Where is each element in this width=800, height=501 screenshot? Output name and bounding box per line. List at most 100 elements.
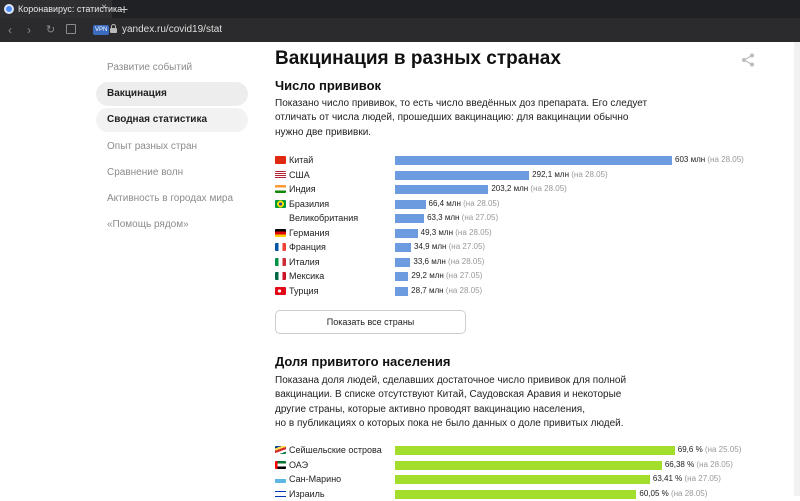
sidebar-item[interactable]: Опыт разных стран	[96, 135, 248, 159]
show-all-countries-button[interactable]: Показать все страны	[275, 310, 466, 334]
bar-value-label: 29,2 млн (на 27.05)	[411, 269, 482, 283]
browser-tab[interactable]: Коронавирус: статистика ×	[0, 0, 122, 18]
germany-flag-icon	[275, 228, 286, 237]
bar-value-label: 33,6 млн (на 28.05)	[413, 255, 484, 269]
bar-date: (на 28.05)	[463, 198, 500, 208]
description-line: отличать от числа людей, прошедших вакци…	[275, 112, 629, 124]
bar-value-label: 66,38 % (на 28.05)	[665, 458, 733, 472]
bar-date: (на 27.05)	[446, 271, 483, 280]
bar-value: 60,05 %	[639, 488, 671, 498]
sidebar-item[interactable]: «Помощь рядом»	[96, 213, 248, 237]
country-name: Германия	[289, 227, 330, 238]
bar-value-label: 292,1 млн (на 28.05)	[532, 168, 608, 182]
value-bar	[395, 489, 637, 499]
bar-date: (на 25.05)	[704, 445, 742, 454]
bar-value: 63,3 млн	[427, 213, 462, 222]
bar-row: США 292,1 млн (на 28.05)	[275, 168, 775, 182]
value-bar	[395, 286, 409, 296]
doses-section-title: Число прививок	[275, 78, 382, 93]
bar-value: 203,2 млн	[491, 184, 531, 193]
uk-flag-icon	[275, 214, 286, 222]
bar-date: (на 28.05)	[448, 256, 485, 266]
country-name: Мексика	[289, 271, 325, 281]
description-line: вакцинации. В списке отсутствуют Китай, …	[275, 389, 622, 401]
page-title: Вакцинация в разных странах	[275, 48, 561, 69]
back-arrow-icon[interactable]: ‹	[8, 22, 12, 38]
yandex-favicon-icon	[4, 4, 14, 14]
description-line: Показана доля людей, сделавших достаточн…	[275, 375, 627, 386]
bar-value-label: 60,05 % (на 28.05)	[639, 487, 707, 501]
bar-date: (на 28.05)	[530, 184, 567, 193]
lock-icon	[110, 24, 117, 34]
protect-icon[interactable]	[66, 24, 76, 34]
bar-value: 603 млн	[675, 155, 708, 164]
bar-row: ОАЭ 66,38 % (на 28.05)	[275, 458, 775, 472]
value-bar	[395, 170, 530, 180]
bar-value-label: 63,41 % (на 27.05)	[653, 472, 721, 486]
bar-value: 49,3 млн	[420, 227, 456, 237]
turkey-flag-icon	[275, 286, 286, 295]
bar-date: (на 28.05)	[696, 459, 733, 469]
sanmarino-flag-icon	[275, 475, 286, 483]
india-flag-icon	[275, 185, 286, 193]
value-bar	[395, 214, 425, 223]
bar-value: 66,4 млн	[428, 198, 464, 208]
value-bar	[395, 185, 489, 194]
browser-tabbar: Коронавирус: статистика × +	[0, 0, 800, 18]
bar-row: Бразилия 66,4 млн (на 28.05)	[275, 197, 775, 211]
value-bar	[395, 156, 672, 165]
share-icon[interactable]	[741, 53, 755, 67]
sidebar-item[interactable]: Активность в городах мира	[96, 187, 248, 211]
sidebar-item[interactable]: Сводная статистика	[96, 108, 248, 133]
country-name: Италия	[289, 256, 320, 267]
forward-arrow-icon[interactable]: ›	[27, 22, 31, 38]
bar-date: (на 28.05)	[455, 227, 492, 237]
china-flag-icon	[275, 156, 286, 164]
bar-row: Великобритания 63,3 млн (на 27.05)	[275, 211, 775, 225]
value-bar	[395, 446, 675, 455]
bar-row: Индия 203,2 млн (на 28.05)	[275, 182, 775, 196]
bar-value: 69,6 %	[677, 445, 705, 454]
value-bar	[395, 243, 412, 252]
bar-row: Франция 34,9 млн (на 27.05)	[275, 240, 775, 254]
new-tab-icon[interactable]: +	[120, 0, 128, 18]
reload-icon[interactable]: ↻	[46, 22, 55, 38]
share-section-title: Доля привитого населения	[275, 354, 451, 369]
value-bar	[395, 460, 662, 470]
bar-value-label: 603 млн (на 28.05)	[675, 153, 744, 167]
country-name: США	[289, 169, 310, 180]
close-tab-icon[interactable]: ×	[101, 2, 107, 13]
bar-value-label: 34,9 млн (на 27.05)	[414, 240, 485, 254]
description-line: но в публикациях о которых пока не было …	[275, 417, 624, 429]
country-name: ОАЭ	[289, 459, 309, 470]
country-name: Великобритания	[289, 213, 359, 223]
bar-row: Сан-Марино 63,41 % (на 27.05)	[275, 472, 775, 486]
description-line: нужно две прививки.	[275, 126, 372, 138]
bar-date: (на 27.05)	[461, 213, 499, 222]
bar-value: 66,38 %	[664, 459, 697, 469]
bar-row: Китай 603 млн (на 28.05)	[275, 153, 775, 167]
bar-date: (на 28.05)	[670, 488, 708, 498]
vpn-badge[interactable]: VPN	[93, 25, 110, 35]
sidebar-item[interactable]: Развитие событий	[96, 56, 248, 80]
bar-row: Сейшельские острова 69,6 % (на 25.05)	[275, 443, 775, 457]
sidebar-item[interactable]: Вакцинация	[96, 82, 248, 107]
italy-flag-icon	[275, 257, 286, 266]
url-field[interactable]: yandex.ru/covid19/stat	[122, 23, 222, 37]
page-scrollbar[interactable]	[794, 42, 800, 496]
country-name: Турция	[289, 285, 319, 296]
bar-row: Израиль 60,05 % (на 28.05)	[275, 487, 775, 501]
bar-value: 33,6 млн	[413, 256, 449, 266]
country-name: Израиль	[289, 488, 325, 499]
sidebar-item[interactable]: Сравнение волн	[96, 161, 248, 185]
uae-flag-icon	[275, 460, 286, 469]
value-bar	[395, 475, 650, 484]
description-line: Показано число прививок, то есть число в…	[275, 98, 648, 109]
france-flag-icon	[275, 243, 286, 251]
usa-flag-icon	[275, 170, 286, 179]
value-bar	[395, 199, 426, 209]
country-name: Сан-Марино	[289, 474, 342, 484]
bar-value-label: 49,3 млн (на 28.05)	[421, 226, 492, 240]
value-bar	[395, 228, 418, 238]
value-bar	[395, 257, 411, 267]
